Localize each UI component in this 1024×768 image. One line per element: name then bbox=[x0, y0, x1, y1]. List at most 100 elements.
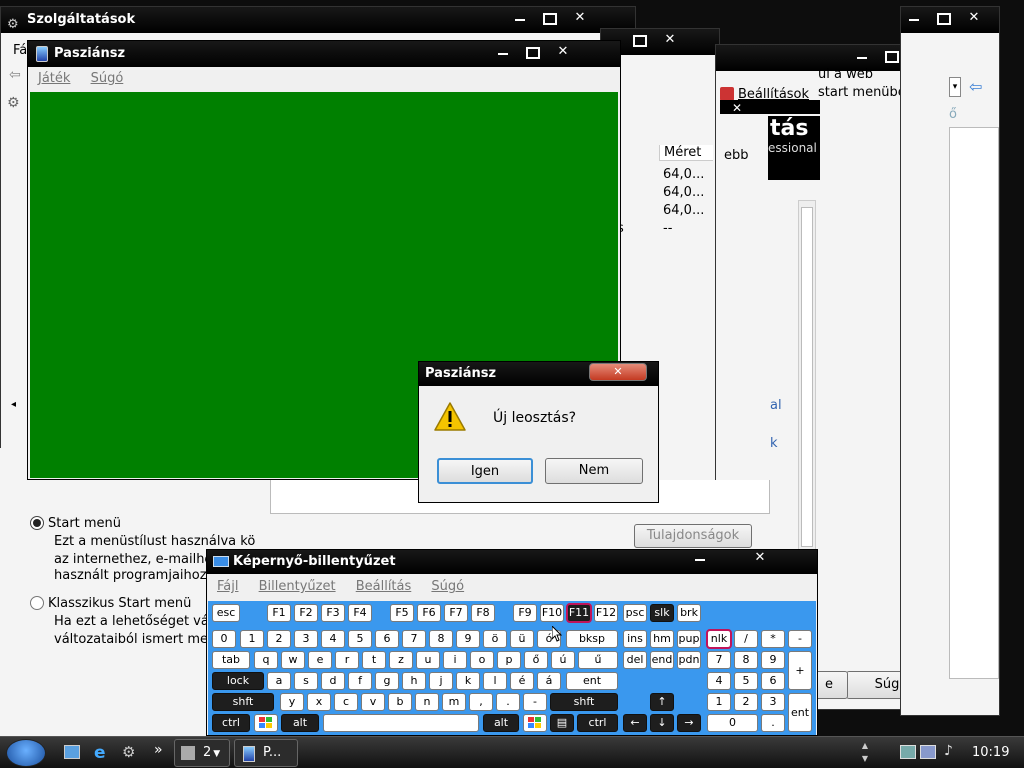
scrollbar[interactable] bbox=[798, 200, 816, 556]
key-0[interactable]: 0 bbox=[212, 630, 236, 648]
key-v[interactable]: v bbox=[361, 693, 385, 711]
address-dropdown[interactable]: ▾ bbox=[949, 77, 961, 97]
key-tab[interactable]: tab bbox=[212, 651, 250, 669]
windows-key[interactable] bbox=[254, 714, 278, 732]
key-▤[interactable]: ▤ bbox=[550, 714, 574, 732]
close-button[interactable]: ✕ bbox=[659, 32, 681, 48]
minimize-button[interactable] bbox=[689, 550, 711, 566]
no-button[interactable]: Nem bbox=[545, 458, 643, 484]
minimize-button[interactable] bbox=[492, 44, 514, 60]
key-esc[interactable]: esc bbox=[212, 604, 240, 622]
scroll-left-icon[interactable]: ◂ bbox=[11, 399, 16, 410]
windows-key[interactable] bbox=[523, 714, 547, 732]
key-del[interactable]: del bbox=[623, 651, 647, 669]
key-F12[interactable]: F12 bbox=[594, 604, 618, 622]
dialog-close-button[interactable]: ✕ bbox=[589, 363, 647, 381]
key-t[interactable]: t bbox=[362, 651, 386, 669]
classic-menu-radio[interactable] bbox=[30, 596, 44, 610]
menu-help[interactable]: Súgó bbox=[91, 71, 124, 86]
minimize-button[interactable] bbox=[903, 10, 925, 26]
menu-keyboard[interactable]: Billentyűzet bbox=[259, 579, 336, 594]
close-button[interactable]: ✕ bbox=[569, 10, 591, 26]
menu-game[interactable]: Játék bbox=[38, 71, 70, 86]
key-5[interactable]: 5 bbox=[734, 672, 758, 690]
key-F11[interactable]: F11 bbox=[566, 603, 592, 623]
key-u[interactable]: u bbox=[416, 651, 440, 669]
key-nlk[interactable]: nlk bbox=[706, 629, 732, 649]
key-ent[interactable]: ent bbox=[566, 672, 618, 690]
key-ö[interactable]: ö bbox=[483, 630, 507, 648]
quicklaunch-desktop-icon[interactable] bbox=[64, 745, 80, 759]
key-ú[interactable]: ú bbox=[551, 651, 575, 669]
start-button[interactable] bbox=[6, 739, 46, 767]
key-p[interactable]: p bbox=[497, 651, 521, 669]
key-shft[interactable]: shft bbox=[550, 693, 618, 711]
key-F9[interactable]: F9 bbox=[513, 604, 537, 622]
key-j[interactable]: j bbox=[429, 672, 453, 690]
key-g[interactable]: g bbox=[375, 672, 399, 690]
close-button[interactable]: ✕ bbox=[552, 44, 574, 60]
key--[interactable]: - bbox=[523, 693, 547, 711]
key-q[interactable]: q bbox=[254, 651, 278, 669]
maximize-button[interactable] bbox=[539, 10, 561, 26]
key-a[interactable]: a bbox=[267, 672, 291, 690]
key--[interactable]: - bbox=[788, 630, 812, 648]
key-f[interactable]: f bbox=[348, 672, 372, 690]
key-.[interactable]: . bbox=[496, 693, 520, 711]
forward-arrow-icon[interactable]: ⇦ bbox=[969, 77, 982, 96]
key-s[interactable]: s bbox=[294, 672, 318, 690]
minimize-button[interactable] bbox=[509, 10, 531, 26]
key-F1[interactable]: F1 bbox=[267, 604, 291, 622]
key-end[interactable]: end bbox=[650, 651, 674, 669]
key-ctrl[interactable]: ctrl bbox=[577, 714, 618, 732]
key-ü[interactable]: ü bbox=[510, 630, 534, 648]
key-3[interactable]: 3 bbox=[761, 693, 785, 711]
key-8[interactable]: 8 bbox=[429, 630, 453, 648]
key-e[interactable]: e bbox=[308, 651, 332, 669]
key-psc[interactable]: psc bbox=[623, 604, 647, 622]
key-á[interactable]: á bbox=[537, 672, 561, 690]
key-h[interactable]: h bbox=[402, 672, 426, 690]
key-F3[interactable]: F3 bbox=[321, 604, 345, 622]
key-ctrl[interactable]: ctrl bbox=[212, 714, 250, 732]
key-hm[interactable]: hm bbox=[650, 630, 674, 648]
maximize-button[interactable] bbox=[522, 44, 544, 60]
key-F8[interactable]: F8 bbox=[471, 604, 495, 622]
partial-link[interactable]: al bbox=[770, 398, 782, 413]
key-m[interactable]: m bbox=[442, 693, 466, 711]
key-F5[interactable]: F5 bbox=[390, 604, 414, 622]
key-brk[interactable]: brk bbox=[677, 604, 701, 622]
key-+[interactable]: + bbox=[788, 651, 812, 690]
key-b[interactable]: b bbox=[388, 693, 412, 711]
key-2[interactable]: 2 bbox=[734, 693, 758, 711]
key-shft[interactable]: shft bbox=[212, 693, 274, 711]
key-7[interactable]: 7 bbox=[402, 630, 426, 648]
space-key[interactable] bbox=[323, 714, 479, 732]
key-*[interactable]: * bbox=[761, 630, 785, 648]
key-1[interactable]: 1 bbox=[707, 693, 731, 711]
key-pdn[interactable]: pdn bbox=[677, 651, 701, 669]
key-l[interactable]: l bbox=[483, 672, 507, 690]
key-0[interactable]: 0 bbox=[707, 714, 758, 732]
key-o[interactable]: o bbox=[470, 651, 494, 669]
key-2[interactable]: 2 bbox=[267, 630, 291, 648]
key-y[interactable]: y bbox=[280, 693, 304, 711]
key-↑[interactable]: ↑ bbox=[650, 693, 674, 711]
maximize-button[interactable] bbox=[933, 10, 955, 26]
key-9[interactable]: 9 bbox=[456, 630, 480, 648]
size-column-header[interactable]: Méret bbox=[659, 145, 713, 161]
key-←[interactable]: ← bbox=[623, 714, 647, 732]
key-ins[interactable]: ins bbox=[623, 630, 647, 648]
key-4[interactable]: 4 bbox=[707, 672, 731, 690]
properties-button[interactable]: Tulajdonságok bbox=[634, 524, 752, 548]
key-8[interactable]: 8 bbox=[734, 651, 758, 669]
key-6[interactable]: 6 bbox=[761, 672, 785, 690]
menu-help[interactable]: Súgó bbox=[431, 579, 464, 594]
key-F4[interactable]: F4 bbox=[348, 604, 372, 622]
key-F2[interactable]: F2 bbox=[294, 604, 318, 622]
key-z[interactable]: z bbox=[389, 651, 413, 669]
key-F10[interactable]: F10 bbox=[540, 604, 564, 622]
tray-network-error-icon[interactable] bbox=[920, 745, 936, 759]
key-.[interactable]: . bbox=[761, 714, 785, 732]
scrollbar-thumb[interactable] bbox=[801, 207, 813, 547]
